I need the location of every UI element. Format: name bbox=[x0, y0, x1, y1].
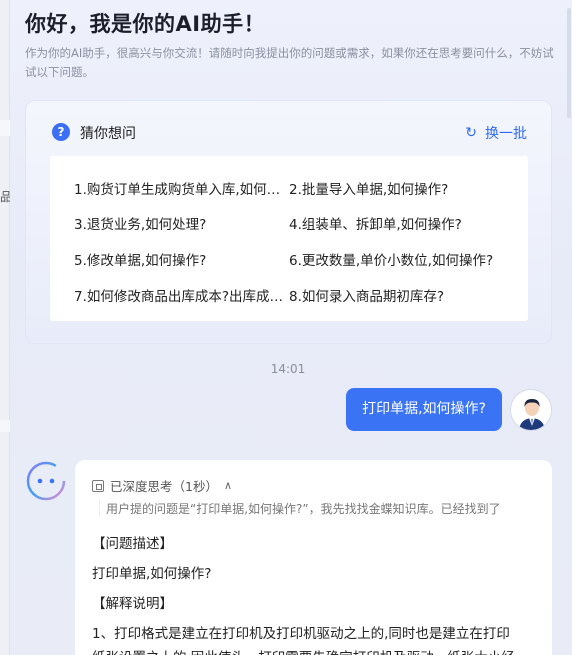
question-item[interactable]: 3.退货业务,如何处理? bbox=[74, 213, 284, 233]
refresh-questions-button[interactable]: ↻ 换一批 bbox=[465, 123, 527, 143]
answer-text: 打印单据,如何操作? bbox=[92, 566, 212, 582]
question-item[interactable]: 6.更改数量,单价小数位,如何操作? bbox=[289, 249, 519, 269]
edge-decoration bbox=[0, 420, 10, 432]
assistant-answer-card: 已深度思考（1秒） ∧ 用户提的问题是“打印单据,如何操作?”，我先找找金蝶知识… bbox=[75, 460, 552, 655]
user-message-bubble: 打印单据,如何操作? bbox=[346, 388, 502, 431]
assistant-avatar bbox=[25, 460, 67, 502]
question-item[interactable]: 7.如何修改商品出库成本?出库成… bbox=[74, 285, 284, 305]
refresh-icon: ↻ bbox=[465, 125, 477, 141]
question-item[interactable]: 8.如何录入商品期初库存? bbox=[289, 285, 519, 305]
suggested-questions-card: ? 猜你想问 ↻ 换一批 1.购货订单生成购货单入库,如何… 2.批量导入单据,… bbox=[25, 100, 552, 344]
answer-text: 纸张设置之上的,因此使头一打印需要先确定打印机及驱动，纸张大小经 bbox=[92, 646, 515, 655]
question-item[interactable]: 4.组装单、拆卸单,如何操作? bbox=[289, 213, 519, 233]
questions-list: 1.购货订单生成购货单入库,如何… 2.批量导入单据,如何操作? 3.退货业务,… bbox=[50, 156, 528, 321]
assistant-face-icon bbox=[26, 461, 66, 501]
answer-heading: 【问题描述】 bbox=[92, 536, 173, 552]
greeting-title: 你好，我是你的AI助手！ bbox=[25, 12, 266, 36]
question-item[interactable]: 1.购货订单生成购货单入库,如何… bbox=[74, 178, 284, 198]
thinking-toggle[interactable]: 已深度思考（1秒） ∧ bbox=[92, 476, 232, 495]
question-item[interactable]: 5.修改单据,如何操作? bbox=[74, 249, 284, 269]
thinking-icon bbox=[92, 479, 104, 492]
question-mark-icon: ? bbox=[52, 123, 70, 141]
question-item[interactable]: 2.批量导入单据,如何操作? bbox=[289, 178, 519, 198]
ai-assistant-panel: 你好，我是你的AI助手！ 作为你的AI助手，很高兴与你交流！请随时向我提出你的问… bbox=[10, 0, 572, 655]
message-timestamp: 14:01 bbox=[270, 362, 306, 376]
background-page-edge: 品 bbox=[0, 0, 10, 655]
user-avatar-icon bbox=[512, 391, 551, 430]
greeting-subtitle: 作为你的AI助手，很高兴与你交流！请随时向我提出你的问题或需求，如果你还在思考要… bbox=[25, 46, 554, 79]
answer-text: 1、打印格式是建立在打印机及打印机驱动之上的,同时也是建立在打印 bbox=[92, 626, 510, 642]
thinking-content: 用户提的问题是“打印单据,如何操作?”，我先找找金蝶知识库。已经找到了 bbox=[99, 500, 539, 517]
scrollbar[interactable] bbox=[566, 0, 572, 655]
refresh-label: 换一批 bbox=[485, 126, 527, 142]
edge-decoration bbox=[0, 120, 10, 136]
user-avatar bbox=[510, 389, 552, 431]
edge-text: 品 bbox=[0, 190, 10, 204]
suggested-questions-title: 猜你想问 bbox=[80, 126, 136, 142]
chevron-up-icon: ∧ bbox=[223, 479, 233, 492]
scrollbar-thumb[interactable] bbox=[567, 8, 571, 118]
answer-heading: 【解释说明】 bbox=[92, 596, 173, 612]
thinking-label: 已深度思考（1秒） bbox=[110, 479, 218, 494]
